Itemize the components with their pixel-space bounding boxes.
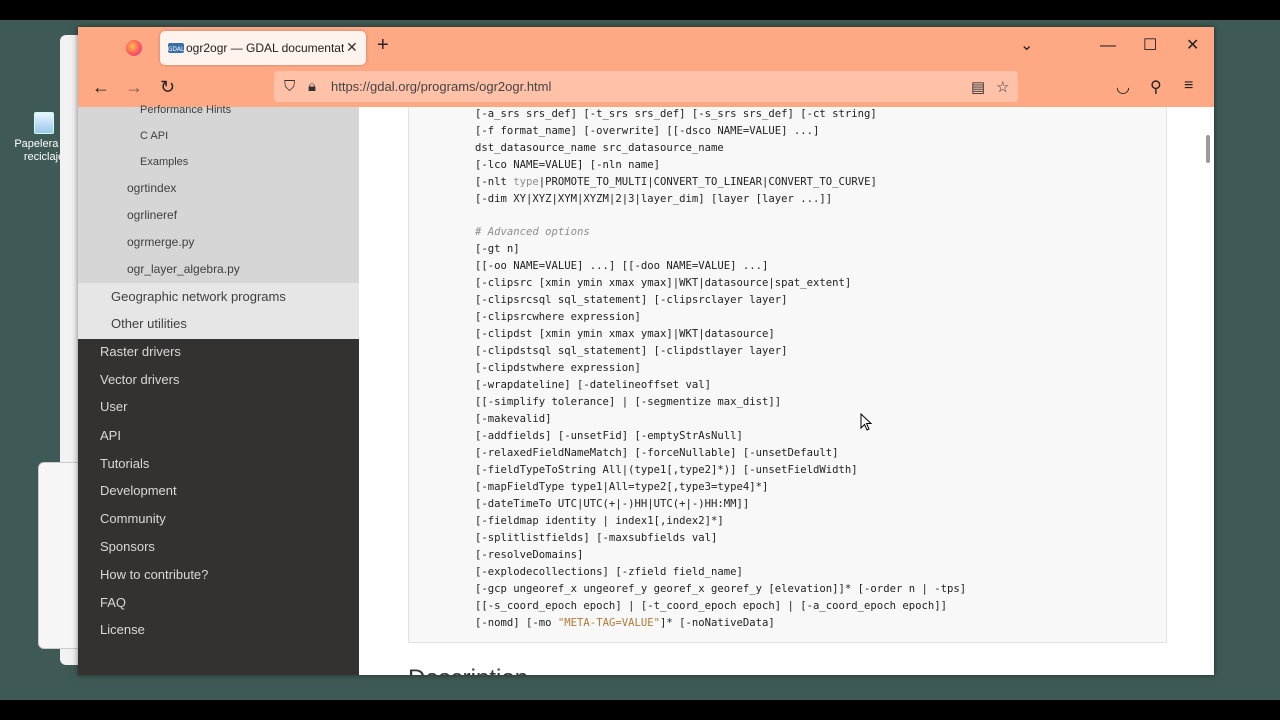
screen-bottom-border	[0, 700, 1280, 720]
code-token: [-nomd] [-mo	[475, 617, 558, 629]
code-token: ]* [-noNativeData]	[659, 617, 775, 629]
sidebar-item-api[interactable]: API	[100, 428, 121, 443]
code-keyword: type	[513, 176, 539, 188]
code-line: dst_datasource_name src_datasource_name	[475, 142, 724, 154]
sidebar-item-license[interactable]: License	[100, 622, 145, 637]
screen-top-border	[0, 0, 1280, 20]
code-line: [[-oo NAME=VALUE] ...] [[-doo NAME=VALUE…	[475, 260, 769, 272]
code-line: [-clipsrcwhere expression]	[475, 311, 641, 323]
sidebar-item-community[interactable]: Community	[100, 511, 166, 526]
tab-active[interactable]: GDAL ogr2ogr — GDAL documentation ✕	[160, 31, 366, 65]
pocket-icon[interactable]: ◡	[1116, 77, 1130, 97]
sidebar-item-ogrtindex[interactable]: ogrtindex	[127, 181, 176, 195]
sidebar-item-how-to-contribute[interactable]: How to contribute?	[100, 567, 208, 582]
lock-icon[interactable]: 🔒︎	[308, 78, 316, 95]
tab-close-icon[interactable]: ✕	[346, 39, 358, 56]
code-line: [-clipsrc [xmin ymin xmax ymax]|WKT|data…	[475, 277, 852, 289]
url-bar[interactable]: ⛉ 🔒︎ https://gdal.org/programs/ogr2ogr.h…	[274, 71, 1018, 102]
code-line: [-clipdstsql sql_statement] [-clipdstlay…	[475, 345, 788, 357]
code-line: [-relaxedFieldNameMatch] [-forceNullable…	[475, 447, 839, 459]
scrollbar-thumb[interactable]	[1206, 135, 1210, 163]
background-dialog[interactable]	[38, 462, 80, 649]
mouse-cursor-icon	[860, 413, 873, 431]
code-line: [-a_srs srs_def] [-t_srs srs_def] [-s_sr…	[475, 108, 877, 120]
code-token: |PROMOTE_TO_MULTI|CONVERT_TO_LINEAR|CONV…	[538, 176, 877, 188]
code-line: [-gt n]	[475, 243, 520, 255]
back-icon[interactable]: ←	[92, 77, 110, 97]
code-line: [-lco NAME=VALUE] [-nln name]	[475, 159, 660, 171]
code-comment: # Advanced options	[475, 226, 590, 238]
code-line: [-addfields] [-unsetFid] [-emptyStrAsNul…	[475, 430, 743, 442]
extensions-icon[interactable]: ⚲	[1150, 77, 1162, 97]
shield-icon[interactable]: ⛉	[284, 78, 295, 95]
tab-strip: GDAL ogr2ogr — GDAL documentation ✕ + ⌄ …	[78, 27, 1214, 67]
reader-view-icon[interactable]: ▤	[971, 78, 985, 96]
navigation-bar: ← → ↻ ⛉ 🔒︎ https://gdal.org/programs/ogr…	[78, 67, 1214, 107]
code-line: [-gcp ungeoref_x ungeoref_y georef_x geo…	[475, 583, 967, 595]
sidebar: Performance Hints C API Examples ogrtind…	[78, 104, 359, 675]
sidebar-item-sponsors[interactable]: Sponsors	[100, 539, 155, 554]
firefox-view-icon[interactable]	[126, 40, 142, 56]
browser-window: GDAL ogr2ogr — GDAL documentation ✕ + ⌄ …	[78, 27, 1214, 675]
code-line: [-splitlistfields] [-maxsubfields val]	[475, 532, 718, 544]
menu-icon[interactable]: ≡	[1184, 77, 1193, 95]
maximize-icon[interactable]: ☐	[1143, 36, 1157, 56]
sidebar-item-geographic-network-programs[interactable]: Geographic network programs	[111, 289, 286, 304]
code-line: [-f format_name] [-overwrite] [[-dsco NA…	[475, 125, 820, 137]
sidebar-item-tutorials[interactable]: Tutorials	[100, 456, 149, 471]
tab-title: ogr2ogr — GDAL documentation	[186, 41, 344, 55]
section-heading: Description	[408, 665, 528, 675]
sidebar-item-performance-hints[interactable]: Performance Hints	[140, 104, 231, 116]
list-tabs-icon[interactable]: ⌄	[1020, 36, 1033, 56]
sidebar-item-development[interactable]: Development	[100, 483, 177, 498]
code-token: [-nlt	[475, 176, 514, 188]
sidebar-item-raster-drivers[interactable]: Raster drivers	[100, 344, 181, 359]
code-line: [-wrapdateline] [-datelineoffset val]	[475, 379, 711, 391]
code-block: [-a_srs srs_def] [-t_srs srs_def] [-s_sr…	[408, 107, 1167, 643]
sidebar-item-ogrmerge[interactable]: ogrmerge.py	[127, 235, 194, 249]
reload-icon[interactable]: ↻	[160, 77, 175, 97]
code-line: [-explodecollections] [-zfield field_nam…	[475, 566, 743, 578]
code-line: [-dateTimeTo UTC|UTC(+|-)HH|UTC(+|-)HH:M…	[475, 498, 750, 510]
sidebar-item-c-api[interactable]: C API	[140, 130, 168, 142]
code-line: [[-simplify tolerance] | [-segmentize ma…	[475, 396, 782, 408]
code-line: [-fieldTypeToString All|(type1[,type2]*)…	[475, 464, 858, 476]
gdal-favicon-icon: GDAL	[168, 43, 184, 53]
url-text[interactable]: https://gdal.org/programs/ogr2ogr.html	[331, 79, 551, 94]
code-line: [-clipdstwhere expression]	[475, 362, 641, 374]
code-line: [-clipsrcsql sql_statement] [-clipsrclay…	[475, 294, 788, 306]
code-line: [-resolveDomains]	[475, 549, 584, 561]
sidebar-subsection	[78, 107, 359, 283]
forward-icon[interactable]: →	[125, 77, 143, 97]
code-line: [-makevalid]	[475, 413, 552, 425]
sidebar-item-ogr-layer-algebra[interactable]: ogr_layer_algebra.py	[127, 262, 240, 276]
sidebar-item-other-utilities[interactable]: Other utilities	[111, 316, 187, 331]
new-tab-button[interactable]: +	[377, 35, 389, 55]
sidebar-item-user[interactable]: User	[100, 399, 127, 414]
code-line: [-dim XY|XYZ|XYM|XYZM|2|3|layer_dim] [la…	[475, 193, 833, 205]
code-line: [-mapFieldType type1|All=type2[,type3=ty…	[475, 481, 769, 493]
recycle-bin-icon	[34, 112, 54, 134]
code-line: [-nlt type|PROMOTE_TO_MULTI|CONVERT_TO_L…	[475, 176, 877, 188]
code-line: [-clipdst [xmin ymin xmax ymax]|WKT|data…	[475, 328, 775, 340]
minimize-icon[interactable]: —	[1100, 36, 1116, 56]
main-content: [-a_srs srs_def] [-t_srs srs_def] [-s_sr…	[359, 107, 1214, 675]
code-line: [-fieldmap identity | index1[,index2]*]	[475, 515, 724, 527]
sidebar-item-vector-drivers[interactable]: Vector drivers	[100, 372, 179, 387]
bookmark-star-icon[interactable]: ☆	[996, 78, 1009, 96]
code-line: [[-s_coord_epoch epoch] | [-t_coord_epoc…	[475, 600, 947, 612]
sidebar-item-ogrlineref[interactable]: ogrlineref	[127, 208, 177, 222]
sidebar-item-faq[interactable]: FAQ	[100, 595, 126, 610]
sidebar-item-examples[interactable]: Examples	[140, 156, 188, 168]
close-window-icon[interactable]: ✕	[1186, 36, 1199, 56]
code-line: [-nomd] [-mo "META-TAG=VALUE"]* [-noNati…	[475, 617, 775, 629]
code-string: "META-TAG=VALUE"	[557, 617, 660, 629]
svg-text:GDAL: GDAL	[168, 46, 184, 53]
